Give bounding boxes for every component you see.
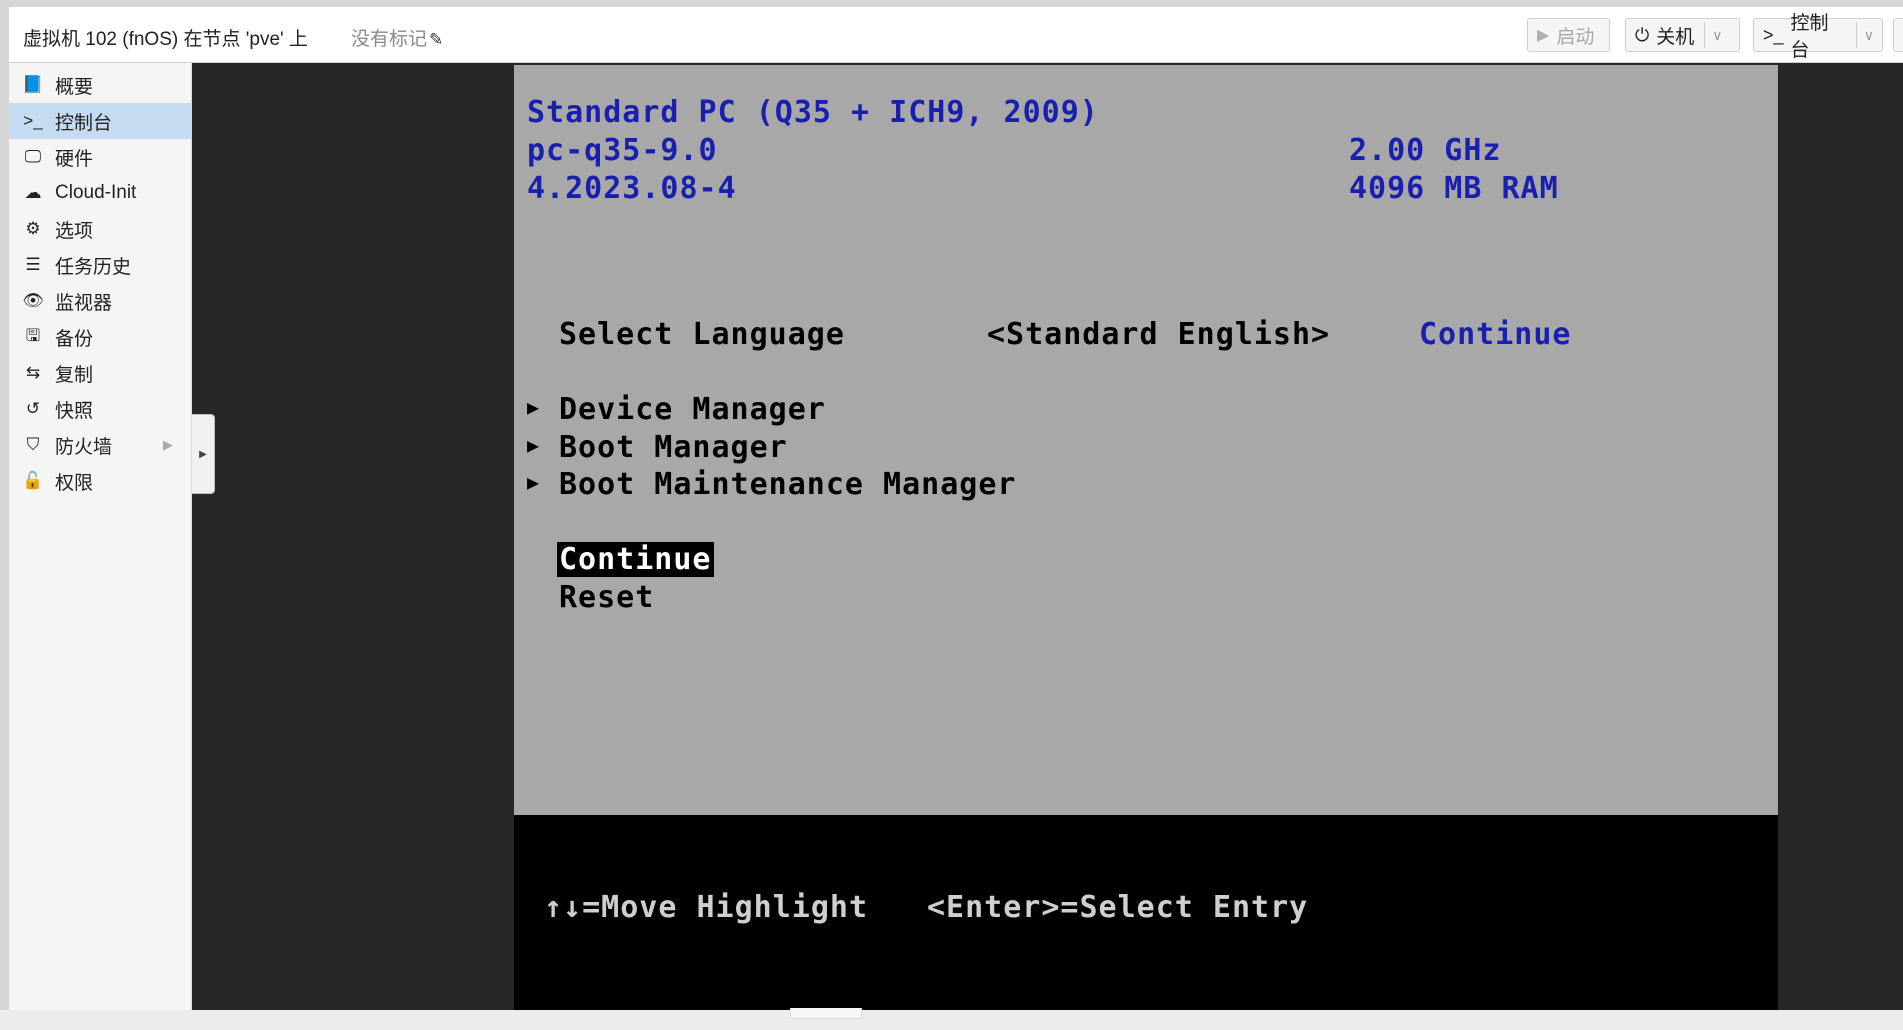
- sidebar-item-label: 快照: [55, 400, 94, 422]
- chevron-right-icon[interactable]: ▶: [163, 437, 173, 453]
- sidebar-collapse-handle[interactable]: ▶: [192, 414, 215, 494]
- sidebar-item-firewall[interactable]: ⛉ 防火墙 ▶: [9, 427, 191, 463]
- triangle-right-icon: ▶: [527, 433, 540, 457]
- sidebar-item-task-history[interactable]: ☰ 任务历史: [9, 247, 191, 283]
- footer-enter-hint: <Enter>=Select Entry: [927, 890, 1309, 925]
- divider: [1855, 22, 1857, 48]
- sidebar-item-summary[interactable]: 📘 概要: [9, 67, 191, 103]
- divider: [1704, 22, 1706, 48]
- bottom-strip: [0, 1010, 1903, 1030]
- play-icon: ▶: [1537, 27, 1550, 44]
- menu-boot-manager[interactable]: Boot Manager: [559, 430, 788, 465]
- window-frame: 虚拟机 102 (fnOS) 在节点 'pve' 上 没有标记 ✎ ▶ 启动 ⏻ …: [0, 0, 1903, 1030]
- triangle-right-icon: ▶: [527, 395, 540, 419]
- sidebar-item-label: 备份: [55, 328, 94, 350]
- sidebar-item-cloud-init[interactable]: ☁ Cloud-Init: [9, 175, 191, 211]
- console-viewport[interactable]: Standard PC (Q35 + ICH9, 2009) pc-q35-9.…: [192, 63, 1903, 1010]
- sidebar-item-label: 控制台: [55, 112, 113, 134]
- start-button[interactable]: ▶ 启动: [1527, 18, 1610, 52]
- console-button[interactable]: >_ 控制台 ∨: [1753, 13, 1883, 61]
- terminal-icon: >_: [1763, 24, 1784, 45]
- sidebar-item-label: 任务历史: [55, 256, 132, 278]
- bios-machine-type: pc-q35-9.0: [527, 133, 718, 168]
- history-icon: ↺: [25, 399, 41, 418]
- vm-title: 虚拟机 102 (fnOS) 在节点 'pve' 上: [23, 29, 308, 50]
- chevron-down-icon[interactable]: ∨: [1864, 27, 1874, 44]
- sidebar-item-backup[interactable]: 🖫 备份: [9, 319, 191, 355]
- sidebar-item-label: 概要: [55, 76, 94, 98]
- more-button[interactable]: [1893, 18, 1903, 52]
- power-icon: ⏻: [1635, 24, 1650, 45]
- shutdown-button[interactable]: ⏻ 关机 ∨: [1625, 18, 1740, 52]
- bios-footer: ↑↓=Move Highlight <Enter>=Select Entry: [514, 815, 1778, 1010]
- list-icon: ☰: [25, 255, 41, 274]
- select-language-label: Select Language: [559, 317, 845, 352]
- tags-text: 没有标记: [351, 29, 428, 50]
- retweet-icon: ⇆: [25, 363, 41, 382]
- sidebar-item-label: 选项: [55, 220, 94, 242]
- sidebar-item-label: 硬件: [55, 148, 94, 170]
- continue-item[interactable]: Continue: [557, 542, 714, 577]
- language-value[interactable]: <Standard English>: [987, 317, 1330, 352]
- sidebar-item-label: Cloud-Init: [55, 182, 137, 203]
- chevron-down-icon[interactable]: ∨: [1712, 27, 1722, 44]
- book-icon: 📘: [22, 75, 44, 94]
- start-label: 启动: [1556, 26, 1595, 48]
- sidebar-item-permissions[interactable]: 🔓 权限: [9, 463, 191, 499]
- shield-icon: ⛉: [26, 435, 40, 454]
- bios-ram: 4096 MB RAM: [1349, 171, 1559, 206]
- triangle-right-icon: ▶: [527, 470, 540, 494]
- vm-screen[interactable]: Standard PC (Q35 + ICH9, 2009) pc-q35-9.…: [514, 65, 1778, 1010]
- terminal-icon: >_: [23, 111, 43, 130]
- sidebar-item-label: 复制: [55, 364, 94, 386]
- tags-editor[interactable]: 没有标记 ✎: [351, 24, 443, 51]
- console-label: 控制台: [1790, 13, 1829, 61]
- bios-cpu-speed: 2.00 GHz: [1349, 133, 1502, 168]
- sidebar-item-console[interactable]: >_ 控制台: [9, 103, 191, 139]
- menu-boot-maintenance-manager[interactable]: Boot Maintenance Manager: [559, 467, 1016, 502]
- bottom-panel-toggle[interactable]: [790, 1008, 862, 1019]
- sidebar-item-label: 防火墙: [55, 436, 113, 458]
- sidebar-item-hardware[interactable]: 🖵 硬件: [9, 139, 191, 175]
- continue-top-link[interactable]: Continue: [1419, 317, 1572, 352]
- unlock-icon: 🔓: [22, 471, 44, 490]
- gear-icon: ⚙: [25, 219, 41, 238]
- vm-panel: 虚拟机 102 (fnOS) 在节点 'pve' 上 没有标记 ✎ ▶ 启动 ⏻ …: [9, 7, 1903, 1010]
- sidebar-item-replication[interactable]: ⇆ 复制: [9, 355, 191, 391]
- sidebar-item-label: 监视器: [55, 292, 113, 314]
- cloud-icon: ☁: [24, 183, 42, 202]
- desktop-icon: 🖵: [24, 147, 42, 166]
- sidebar-item-label: 权限: [55, 472, 94, 494]
- sidebar-item-monitor[interactable]: 👁 监视器: [9, 283, 191, 319]
- sidebar-item-snapshots[interactable]: ↺ 快照: [9, 391, 191, 427]
- eye-icon: 👁: [22, 291, 44, 310]
- shutdown-label: 关机: [1656, 26, 1695, 48]
- panel-header: 虚拟机 102 (fnOS) 在节点 'pve' 上 没有标记 ✎ ▶ 启动 ⏻ …: [9, 7, 1903, 63]
- sidebar: 📘 概要 >_ 控制台 🖵 硬件 ☁ Cloud-Init ⚙ 选项 ☰ 任务历: [9, 63, 192, 1010]
- bios-machine: Standard PC (Q35 + ICH9, 2009): [527, 95, 1099, 130]
- menu-device-manager[interactable]: Device Manager: [559, 392, 826, 427]
- sidebar-item-options[interactable]: ⚙ 选项: [9, 211, 191, 247]
- chevron-right-icon: ▶: [199, 448, 207, 460]
- bios-firmware-version: 4.2023.08-4: [527, 171, 737, 206]
- footer-move-hint: ↑↓=Move Highlight: [544, 890, 869, 925]
- reset-item[interactable]: Reset: [559, 580, 654, 615]
- pencil-icon[interactable]: ✎: [429, 30, 443, 49]
- floppy-icon: 🖫: [25, 325, 41, 345]
